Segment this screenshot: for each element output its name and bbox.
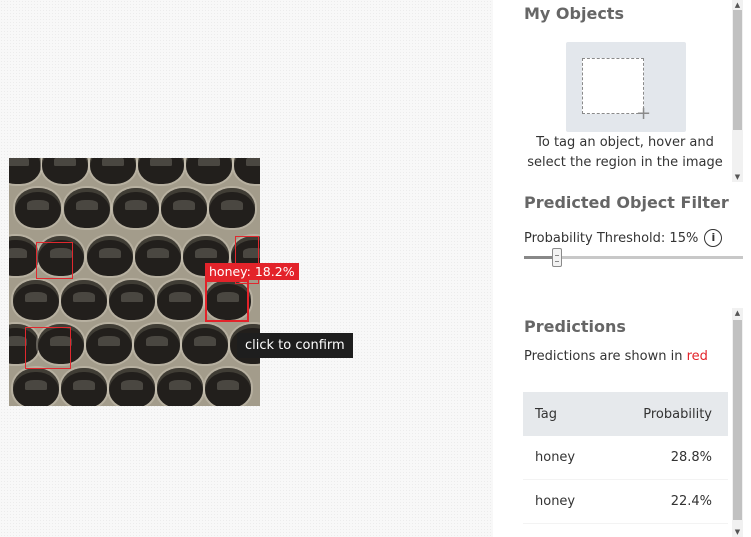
comb-cell [87, 236, 133, 276]
confirm-tooltip: click to confirm [237, 333, 353, 358]
tag-hint-line-2: select the region in the image [527, 155, 723, 170]
scrollbar-thumb[interactable] [733, 320, 742, 520]
comb-cell [109, 368, 155, 406]
comb-cell [42, 158, 88, 184]
comb-cell [186, 158, 232, 184]
scroll-up-icon[interactable]: ▲ [732, 0, 743, 10]
info-icon[interactable]: i [704, 229, 723, 247]
scrollbar-thumb[interactable] [733, 10, 742, 130]
filter-title: Predicted Object Filter [524, 193, 729, 212]
comb-cell [64, 188, 110, 228]
row-tag: honey [535, 450, 576, 465]
comb-cell [157, 368, 203, 406]
comb-cell [61, 280, 107, 320]
threshold-label-text: Probability Threshold: 15% [524, 230, 699, 246]
comb-cell [135, 236, 181, 276]
comb-cell [90, 158, 136, 184]
tag-object-placeholder: + [566, 42, 686, 132]
scroll-down-icon[interactable]: ▼ [732, 527, 743, 537]
image-canvas[interactable]: honey: 18.2% click to confirm [0, 0, 493, 537]
scroll-up-icon[interactable]: ▲ [732, 308, 743, 318]
table-row[interactable]: honey 28.8% [523, 436, 728, 480]
prediction-box-label: honey: 18.2% [205, 263, 299, 280]
prediction-box[interactable] [25, 327, 71, 369]
comb-cell [209, 188, 255, 228]
predictions-scrollbar[interactable]: ▲ ▼ [732, 308, 743, 537]
prediction-box[interactable] [36, 242, 73, 279]
comb-cell [13, 280, 59, 320]
row-tag: honey [535, 494, 576, 509]
predictions-table: Tag Probability honey 28.8% honey 22.4% [523, 392, 728, 524]
comb-cell [61, 368, 107, 406]
comb-cell [9, 158, 41, 184]
comb-cell [205, 368, 251, 406]
table-header: Tag Probability [523, 392, 728, 436]
row-probability: 28.8% [670, 450, 712, 465]
tag-hint-line-1: To tag an object, hover and [536, 135, 714, 150]
comb-cell [182, 324, 228, 364]
comb-cell [234, 158, 260, 184]
column-header-probability[interactable]: Probability [633, 407, 728, 422]
tag-hint-text: To tag an object, hover and select the r… [524, 133, 726, 173]
comb-cell [15, 188, 61, 228]
threshold-slider[interactable] [524, 248, 743, 267]
comb-cell [134, 324, 180, 364]
comb-cell [138, 158, 184, 184]
my-objects-section: My Objects + To tag an object, hover and… [493, 0, 751, 182]
row-probability: 22.4% [670, 494, 712, 509]
plus-icon: + [636, 103, 652, 124]
threshold-label: Probability Threshold: 15% i [524, 229, 723, 247]
threshold-slider-thumb[interactable] [552, 248, 562, 267]
predictions-note-text: Predictions are shown in [524, 349, 687, 364]
my-objects-scrollbar[interactable]: ▲ ▼ [732, 0, 743, 182]
comb-cell [109, 280, 155, 320]
comb-cell [161, 188, 207, 228]
comb-cell [86, 324, 132, 364]
dashed-region-icon [582, 58, 644, 114]
my-objects-title: My Objects [524, 4, 624, 23]
comb-cell [9, 236, 39, 276]
column-header-tag[interactable]: Tag [523, 407, 633, 422]
predictions-note-color-word: red [686, 349, 708, 364]
hovered-prediction-box[interactable] [205, 280, 249, 322]
side-panel: My Objects + To tag an object, hover and… [493, 0, 751, 537]
comb-cell [113, 188, 159, 228]
predictions-title: Predictions [524, 317, 626, 336]
scroll-down-icon[interactable]: ▼ [732, 172, 743, 182]
comb-cell [157, 280, 203, 320]
predictions-section: Predictions Predictions are shown in red… [493, 308, 751, 537]
predictions-note: Predictions are shown in red [524, 349, 708, 364]
comb-cell [13, 368, 59, 406]
table-row[interactable]: honey 22.4% [523, 480, 728, 524]
